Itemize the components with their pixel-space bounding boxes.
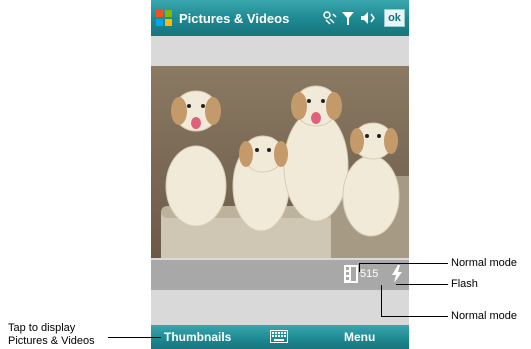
ok-button[interactable]: ok [384,9,405,27]
callout-line [359,263,448,264]
content-area: 515 [151,36,409,325]
callout-normal-mode-top: Normal mode [451,257,518,269]
callout-flash: Flash [451,278,478,290]
callout-line [359,263,360,272]
film-strip-icon [344,265,358,283]
window-title: Pictures & Videos [179,11,290,26]
callout-line [381,285,382,316]
flash-icon [392,265,402,283]
shots-remaining-counter: 515 [360,268,379,280]
volume-icon[interactable] [360,10,376,26]
callout-normal-mode-bottom: Normal mode [451,310,518,322]
windows-start-icon[interactable] [155,9,173,27]
title-bar: Pictures & Videos ok [151,0,409,36]
callout-tap-line2: Pictures & Videos [8,335,95,347]
soft-key-bar: Thumbnails Menu [151,325,409,349]
signal-icon[interactable] [340,10,356,26]
photo-drawing [151,66,409,258]
puppies-photo[interactable] [151,66,409,258]
thumbnails-softkey[interactable]: Thumbnails [164,330,231,344]
device-screen: Pictures & Videos ok 515 Thumbnails Menu [151,0,409,349]
keyboard-icon[interactable] [270,330,288,343]
connectivity-icon[interactable] [322,10,338,26]
callout-line [396,284,448,285]
callout-line [381,316,448,317]
camera-status-strip: 515 [151,260,409,290]
callout-tap-line1: Tap to display [8,322,76,334]
callout-line [108,337,161,338]
menu-softkey[interactable]: Menu [344,330,375,344]
